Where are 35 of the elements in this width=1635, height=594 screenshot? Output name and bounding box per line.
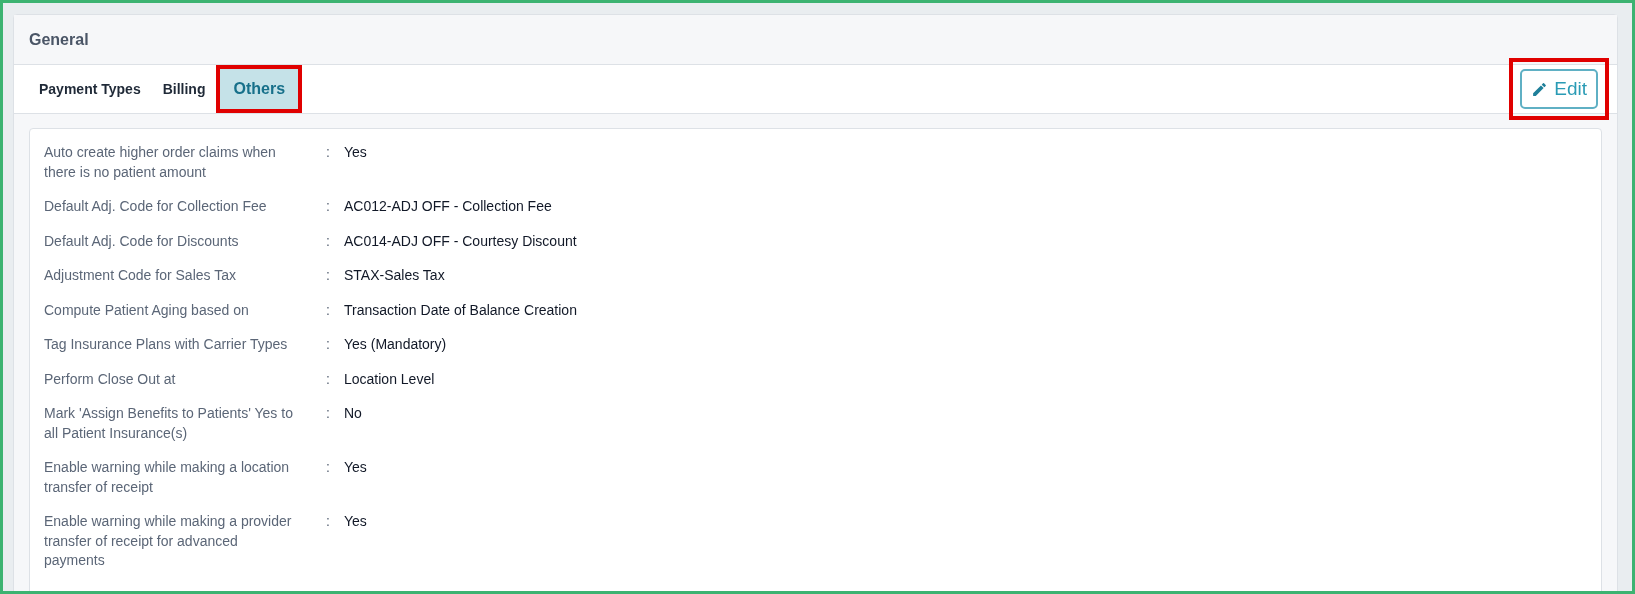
setting-value: No — [344, 404, 362, 423]
setting-value: Yes — [344, 458, 367, 477]
setting-value: Yes — [344, 512, 367, 531]
setting-value: Yes — [344, 143, 367, 162]
setting-value: Yes (Mandatory) — [344, 335, 447, 354]
setting-label: Compute Patient Aging based on — [44, 300, 250, 320]
separator-colon: : — [326, 369, 331, 389]
setting-value: Transaction Date of Balance Creation — [344, 300, 577, 320]
pencil-icon — [1531, 80, 1549, 98]
separator-colon: : — [326, 404, 331, 423]
setting-label: Tag Insurance Plans with Carrier Types — [44, 335, 289, 354]
panel-title: General — [29, 29, 89, 50]
setting-label: Default Adj. Code for Discounts — [44, 231, 240, 251]
setting-value: Location Level — [344, 369, 435, 389]
tab[interactable]: Billing — [151, 65, 217, 113]
setting-label: Mark 'Assign Benefits to Patients' Yes to all Patient Insurance(s) — [44, 404, 294, 443]
separator-colon: : — [326, 458, 331, 477]
setting-label: Perform Close Out at — [44, 369, 177, 389]
separator-colon: : — [326, 512, 331, 531]
separator-colon: : — [326, 231, 331, 251]
setting-label: Enable warning while making a location transfer of receipt — [44, 458, 291, 497]
setting-label: Auto create higher order claims when there is no patient amount — [44, 143, 277, 182]
separator-colon: : — [326, 197, 331, 216]
separator-colon: : — [326, 335, 331, 354]
tab[interactable]: Payment Types — [28, 65, 152, 113]
tab[interactable]: Others — [220, 69, 299, 109]
separator-colon: : — [326, 143, 331, 162]
separator-colon: : — [326, 266, 331, 285]
separator-colon: : — [326, 300, 331, 320]
setting-label: Adjustment Code for Sales Tax — [44, 266, 237, 285]
setting-label: Enable warning while making a provider transfer of receipt for advanced payments — [44, 512, 293, 570]
setting-value: AC012-ADJ OFF - Collection Fee — [344, 197, 552, 216]
setting-value: STAX-Sales Tax — [344, 266, 445, 285]
setting-label: Default Adj. Code for Collection Fee — [44, 197, 268, 216]
setting-value: AC014-ADJ OFF - Courtesy Discount — [344, 231, 577, 251]
